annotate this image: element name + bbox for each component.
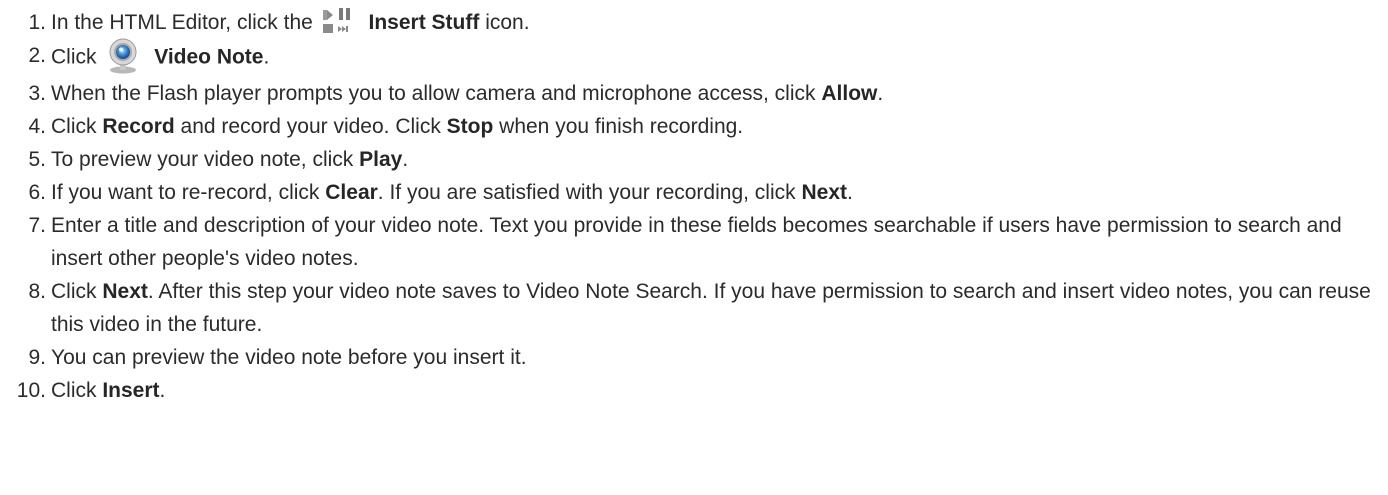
step-text: Enter a title and description of your vi… bbox=[51, 214, 1342, 270]
clear-label: Clear bbox=[325, 181, 378, 204]
insert-label: Insert bbox=[102, 379, 160, 402]
next-label: Next bbox=[102, 280, 148, 303]
step-1: 1. In the HTML Editor, click the Insert … bbox=[0, 6, 1388, 39]
step-number: 7. bbox=[28, 214, 46, 237]
step-5: 5. To preview your video note, click Pla… bbox=[0, 143, 1388, 176]
allow-label: Allow bbox=[821, 82, 878, 105]
step-number: 10. bbox=[16, 379, 46, 402]
step-number: 3. bbox=[28, 82, 46, 105]
step-text-end: . bbox=[263, 45, 270, 69]
step-text-end: . bbox=[402, 148, 409, 171]
step-text-end: icon. bbox=[479, 11, 530, 34]
step-text-mid: . If you are satisfied with your recordi… bbox=[377, 181, 802, 204]
step-number: 4. bbox=[28, 115, 46, 138]
step-text-end: . bbox=[159, 379, 166, 402]
step-3: 3. When the Flash player prompts you to … bbox=[0, 77, 1388, 110]
step-text: In the HTML Editor, click the bbox=[51, 11, 313, 34]
step-text: Click bbox=[51, 280, 103, 303]
step-number: 8. bbox=[28, 280, 46, 303]
step-text: To preview your video note, click bbox=[51, 148, 360, 171]
step-text-end: . bbox=[847, 181, 853, 204]
step-number: 9. bbox=[28, 346, 46, 369]
step-text-mid: and record your video. Click bbox=[174, 115, 447, 138]
step-text-end: . After this step your video note saves … bbox=[51, 280, 1371, 336]
step-text: Click bbox=[51, 45, 97, 69]
play-label: Play bbox=[359, 148, 403, 171]
step-number: 1. bbox=[28, 11, 46, 34]
step-8: 8. Click Next. After this step your vide… bbox=[0, 275, 1388, 341]
next-label: Next bbox=[801, 181, 847, 204]
stop-label: Stop bbox=[446, 115, 494, 138]
step-6: 6. If you want to re-record, click Clear… bbox=[0, 176, 1388, 209]
step-4: 4. Click Record and record your video. C… bbox=[0, 110, 1388, 143]
step-number: 2. bbox=[28, 44, 46, 67]
step-text-end: when you finish recording. bbox=[493, 115, 744, 138]
step-9: 9. You can preview the video note before… bbox=[0, 341, 1388, 374]
step-text-end: . bbox=[877, 82, 884, 105]
step-text: If you want to re-record, click bbox=[51, 181, 326, 204]
insert-stuff-icon bbox=[321, 6, 357, 36]
step-text: When the Flash player prompts you to all… bbox=[51, 82, 822, 105]
step-text: You can preview the video note before yo… bbox=[51, 346, 527, 369]
video-note-label: Video Note bbox=[154, 45, 264, 69]
webcam-icon bbox=[104, 37, 142, 75]
insert-stuff-label: Insert Stuff bbox=[368, 11, 480, 34]
step-number: 6. bbox=[28, 181, 46, 204]
step-10: 10. Click Insert. bbox=[0, 374, 1388, 407]
record-label: Record bbox=[102, 115, 175, 138]
step-number: 5. bbox=[28, 148, 46, 171]
step-7: 7. Enter a title and description of your… bbox=[0, 209, 1388, 275]
step-text: Click bbox=[51, 379, 103, 402]
step-2: 2. Click Video Note. bbox=[0, 37, 1388, 77]
instruction-steps: 1. In the HTML Editor, click the Insert … bbox=[0, 0, 1388, 407]
step-text: Click bbox=[51, 115, 103, 138]
